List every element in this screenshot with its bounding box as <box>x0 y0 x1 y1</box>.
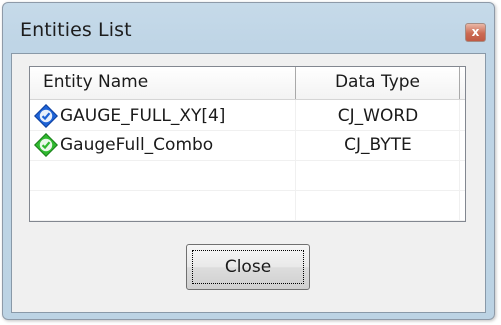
dialog-client-area: Entity Name Data Type GAUGE_FULL_XY[4] C… <box>11 53 486 313</box>
column-header-data-type[interactable]: Data Type <box>296 67 460 99</box>
gridline <box>30 160 465 161</box>
gridline <box>30 220 465 221</box>
gridline <box>30 190 465 191</box>
entities-list-dialog: Entities List x Entity Name Data Type GA… <box>2 2 495 320</box>
column-header-entity-name[interactable]: Entity Name <box>30 67 296 99</box>
entity-data-type: CJ_BYTE <box>344 135 412 155</box>
entity-name: GAUGE_FULL_XY[4] <box>60 106 226 126</box>
entity-data-type: CJ_WORD <box>337 106 419 126</box>
close-button-label: Close <box>192 250 304 284</box>
list-item[interactable]: GaugeFull_Combo CJ_BYTE <box>30 130 465 160</box>
blue-entity-icon <box>34 104 58 128</box>
close-button[interactable]: Close <box>186 244 310 290</box>
close-icon: x <box>471 25 480 39</box>
entities-list-view[interactable]: Entity Name Data Type GAUGE_FULL_XY[4] C… <box>29 66 466 222</box>
dialog-title: Entities List <box>20 19 132 41</box>
list-header: Entity Name Data Type <box>30 67 465 100</box>
green-entity-icon <box>34 133 58 157</box>
entity-name: GaugeFull_Combo <box>60 135 214 155</box>
list-item[interactable]: GAUGE_FULL_XY[4] CJ_WORD <box>30 101 465 131</box>
window-close-button[interactable]: x <box>465 23 486 42</box>
